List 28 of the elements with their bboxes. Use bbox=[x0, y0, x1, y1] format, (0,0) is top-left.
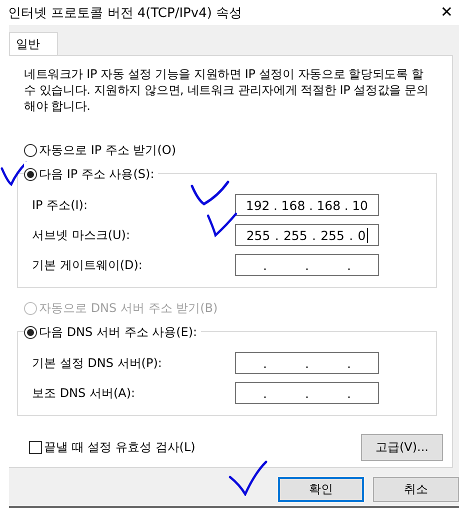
dialog-button[interactable]: 취소 bbox=[373, 477, 459, 502]
field-label: 기본 게이트웨이(D): bbox=[32, 256, 144, 274]
ip-address-field[interactable]: 255 . 255 . 255 . 0 bbox=[235, 224, 379, 246]
radio-button[interactable] bbox=[24, 168, 37, 180]
tab[interactable]: 일반 bbox=[9, 32, 58, 55]
field-label: 기본 설정 DNS 서버(P): bbox=[32, 354, 163, 372]
ip-address-field[interactable]: . . . bbox=[235, 382, 379, 404]
description-text: 네트워크가 IP 자동 설정 기능을 지원하면 IP 설정이 자동으로 할당되도록 할 수 있습니다. 지원하지 않으면, 네트워크 관리자에게 적절한 IP 설정값을 문의해야 합니다. bbox=[24, 66, 430, 114]
checkbox[interactable] bbox=[29, 441, 42, 454]
radio-label[interactable]: 다음 IP 주소 사용(S): bbox=[39, 166, 154, 182]
field-label: 보조 DNS 서버(A): bbox=[32, 384, 136, 402]
ip-address-field[interactable]: 192 . 168 . 168 . 10 bbox=[235, 194, 379, 216]
radio-button[interactable] bbox=[24, 144, 37, 156]
check-mark-drawing bbox=[205, 212, 239, 238]
dialog-button[interactable]: 확인 bbox=[278, 477, 364, 502]
field-label: IP 주소(I): bbox=[32, 196, 89, 214]
ip-address-field[interactable]: . . . bbox=[235, 254, 379, 276]
checkbox-label[interactable]: 끝낼 때 설정 유효성 검사(L) bbox=[44, 439, 196, 456]
radio-label[interactable]: 자동으로 IP 주소 받기(O) bbox=[39, 142, 176, 158]
close-button[interactable]: ✕ bbox=[434, 2, 459, 20]
check-mark-drawing bbox=[188, 180, 232, 208]
check-mark-drawing bbox=[228, 460, 270, 496]
advanced-button[interactable]: 고급(V)... bbox=[361, 434, 443, 461]
field-label: 서브넷 마스크(U): bbox=[32, 226, 132, 244]
radio-label[interactable]: 다음 DNS 서버 주소 사용(E): bbox=[39, 324, 198, 340]
ip-address-field[interactable]: . . . bbox=[235, 352, 379, 374]
radio-button[interactable] bbox=[24, 326, 37, 338]
window-title: 인터넷 프로토콜 버전 4(TCP/IPv4) 속성 bbox=[8, 4, 242, 22]
